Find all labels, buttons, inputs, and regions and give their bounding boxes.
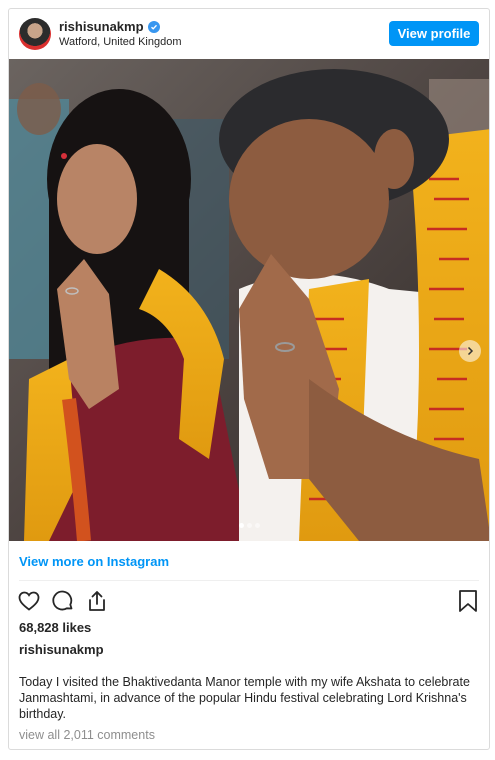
view-comments-link[interactable]: view all 2,011 comments — [19, 728, 155, 742]
username-row: rishisunakmp — [59, 19, 160, 34]
carousel-dot — [254, 523, 260, 528]
verified-badge-icon — [147, 20, 160, 33]
carousel-indicator — [9, 523, 489, 528]
likes-count[interactable]: 68,828 likes — [19, 620, 91, 635]
comment-icon[interactable] — [51, 589, 75, 613]
post-header: rishisunakmp Watford, United Kingdom Vie… — [9, 9, 489, 59]
carousel-dot-active — [238, 523, 244, 528]
instagram-embed-card: rishisunakmp Watford, United Kingdom Vie… — [8, 8, 490, 750]
caption-username-link[interactable]: rishisunakmp — [19, 642, 104, 657]
post-location[interactable]: Watford, United Kingdom — [59, 36, 181, 48]
carousel-next-button[interactable] — [459, 340, 481, 362]
username-link[interactable]: rishisunakmp — [59, 19, 144, 34]
view-more-link[interactable]: View more on Instagram — [19, 554, 169, 569]
view-profile-button[interactable]: View profile — [389, 21, 479, 46]
carousel-dot — [246, 523, 252, 528]
photo-illustration — [9, 59, 489, 541]
post-photo[interactable] — [9, 59, 489, 541]
bookmark-icon[interactable] — [457, 589, 479, 613]
avatar[interactable] — [19, 18, 51, 50]
divider — [19, 580, 479, 581]
post-actions — [17, 589, 109, 613]
chevron-right-icon — [467, 346, 474, 356]
heart-icon[interactable] — [17, 589, 41, 613]
post-caption: Today I visited the Bhaktivedanta Manor … — [19, 675, 470, 721]
share-icon[interactable] — [85, 589, 109, 613]
